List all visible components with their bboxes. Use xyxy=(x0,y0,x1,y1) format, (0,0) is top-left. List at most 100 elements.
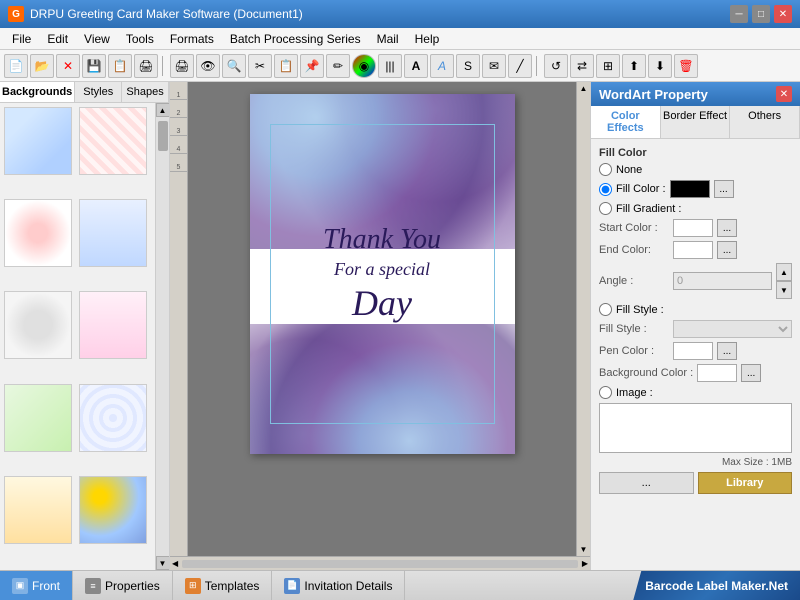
none-radio[interactable] xyxy=(599,163,612,176)
align-button[interactable]: ⊞ xyxy=(596,54,620,78)
fill-color-dots-button[interactable]: ... xyxy=(714,180,734,198)
print2-button[interactable]: 🖨 xyxy=(170,54,194,78)
tab-properties[interactable]: ≡ Properties xyxy=(73,571,173,600)
save-button[interactable]: 💾 xyxy=(82,54,106,78)
bg-color-box[interactable] xyxy=(697,364,737,382)
menu-tools[interactable]: Tools xyxy=(118,30,162,48)
background-thumb-6[interactable] xyxy=(79,291,147,359)
delete-button[interactable]: 🗑 xyxy=(674,54,698,78)
cut-button[interactable]: ✂ xyxy=(248,54,272,78)
ruler-mark-4: 4 xyxy=(170,136,187,154)
library-preview-area xyxy=(599,403,792,453)
tab-styles[interactable]: Styles xyxy=(75,82,122,102)
angle-spin-up[interactable]: ▲ xyxy=(776,263,792,281)
canvas-main: 1 2 3 4 5 Thank You For a special xyxy=(170,82,590,556)
paste-button[interactable]: 📌 xyxy=(300,54,324,78)
menu-mail[interactable]: Mail xyxy=(369,30,407,48)
fill-color-radio[interactable] xyxy=(599,183,612,196)
minimize-button[interactable]: ─ xyxy=(730,5,748,23)
fill-style-dropdown[interactable] xyxy=(673,320,792,338)
new-button[interactable]: 📄 xyxy=(4,54,28,78)
color-button[interactable]: ◉ xyxy=(352,54,376,78)
shape-button[interactable]: S xyxy=(456,54,480,78)
menu-edit[interactable]: Edit xyxy=(39,30,76,48)
card-text-area: Thank You For a special Day xyxy=(323,223,441,325)
image-dots-button[interactable]: ... xyxy=(599,472,694,494)
panel-close-button[interactable]: ✕ xyxy=(776,86,792,102)
flip-button[interactable]: ⇄ xyxy=(570,54,594,78)
zoom-button[interactable]: 🔍 xyxy=(222,54,246,78)
background-thumb-2[interactable] xyxy=(79,107,147,175)
menu-batch[interactable]: Batch Processing Series xyxy=(222,30,369,48)
background-thumb-8[interactable] xyxy=(79,384,147,452)
tab-backgrounds[interactable]: Backgrounds xyxy=(0,82,75,102)
canvas-scrollbar-vertical[interactable]: ▲ ▼ xyxy=(576,82,590,556)
greeting-card[interactable]: Thank You For a special Day xyxy=(250,94,515,454)
angle-spin-down[interactable]: ▼ xyxy=(776,281,792,299)
ruler-vertical: 1 2 3 4 5 xyxy=(170,82,188,556)
import-button[interactable]: ⬆ xyxy=(622,54,646,78)
draw-button[interactable]: ✏ xyxy=(326,54,350,78)
close-doc-button[interactable]: ✕ xyxy=(56,54,80,78)
background-thumb-9[interactable] xyxy=(4,476,72,544)
start-color-dots-button[interactable]: ... xyxy=(717,219,737,237)
background-thumb-10[interactable] xyxy=(79,476,147,544)
export-button[interactable]: ⬇ xyxy=(648,54,672,78)
close-button[interactable]: ✕ xyxy=(774,5,792,23)
background-thumb-3[interactable] xyxy=(4,199,72,267)
print-button[interactable]: 🖨 xyxy=(134,54,158,78)
pen-color-dots-button[interactable]: ... xyxy=(717,342,737,360)
menu-file[interactable]: File xyxy=(4,30,39,48)
menu-formats[interactable]: Formats xyxy=(162,30,222,48)
save-as-button[interactable]: 📋 xyxy=(108,54,132,78)
canvas-scroll-down[interactable]: ▼ xyxy=(580,545,588,554)
sidebar-scrollbar[interactable]: ▲ ▼ xyxy=(155,103,169,570)
preview-button[interactable]: 👁 xyxy=(196,54,220,78)
fill-gradient-radio[interactable] xyxy=(599,202,612,215)
bg-color-dots-button[interactable]: ... xyxy=(741,364,761,382)
tab-templates[interactable]: ⊞ Templates xyxy=(173,571,273,600)
end-color-dots-button[interactable]: ... xyxy=(717,241,737,259)
background-thumb-7[interactable] xyxy=(4,384,72,452)
wordart-button[interactable]: A xyxy=(430,54,454,78)
scrollbar-thumb[interactable] xyxy=(158,121,168,151)
canvas-scroll-right[interactable]: ▶ xyxy=(582,559,588,568)
menu-help[interactable]: Help xyxy=(407,30,448,48)
scroll-down-button[interactable]: ▼ xyxy=(156,556,170,570)
menu-view[interactable]: View xyxy=(76,30,118,48)
text-button[interactable]: A xyxy=(404,54,428,78)
panel-tabs: Color Effects Border Effect Others xyxy=(591,106,800,139)
rotate-button[interactable]: ↺ xyxy=(544,54,568,78)
tab-border-effect[interactable]: Border Effect xyxy=(661,106,731,138)
background-thumb-4[interactable] xyxy=(79,199,147,267)
tab-front[interactable]: ▣ Front xyxy=(0,571,73,600)
image-radio[interactable] xyxy=(599,386,612,399)
tab-invitation[interactable]: 📄 Invitation Details xyxy=(272,571,405,600)
fill-style-radio[interactable] xyxy=(599,303,612,316)
tab-color-effects[interactable]: Color Effects xyxy=(591,106,661,138)
background-thumb-1[interactable] xyxy=(4,107,72,175)
barcode-button[interactable]: ||| xyxy=(378,54,402,78)
canvas-scroll-up[interactable]: ▲ xyxy=(580,84,588,93)
end-color-box[interactable] xyxy=(673,241,713,259)
background-thumb-5[interactable] xyxy=(4,291,72,359)
open-button[interactable]: 📂 xyxy=(30,54,54,78)
copy-button[interactable]: 📋 xyxy=(274,54,298,78)
canvas-scroll-left[interactable]: ◀ xyxy=(172,559,178,568)
pen-color-box[interactable] xyxy=(673,342,713,360)
fill-color-box[interactable] xyxy=(670,180,710,198)
library-button[interactable]: Library xyxy=(698,472,793,494)
tab-shapes[interactable]: Shapes xyxy=(122,82,169,102)
start-color-box[interactable] xyxy=(673,219,713,237)
maximize-button[interactable]: □ xyxy=(752,5,770,23)
angle-input[interactable] xyxy=(673,272,772,290)
line-button[interactable]: ╱ xyxy=(508,54,532,78)
canvas-viewport[interactable]: Thank You For a special Day xyxy=(188,82,576,556)
tab-others[interactable]: Others xyxy=(730,106,800,138)
scroll-up-button[interactable]: ▲ xyxy=(156,103,170,117)
max-size-label: Max Size : 1MB xyxy=(599,457,792,468)
canvas-scrollbar-horizontal[interactable]: ◀ ▶ xyxy=(170,556,590,570)
pen-color-row: Pen Color : ... xyxy=(599,342,792,360)
email-button[interactable]: ✉ xyxy=(482,54,506,78)
panel-content: Fill Color None Fill Color : ... Fill Gr… xyxy=(591,139,800,570)
